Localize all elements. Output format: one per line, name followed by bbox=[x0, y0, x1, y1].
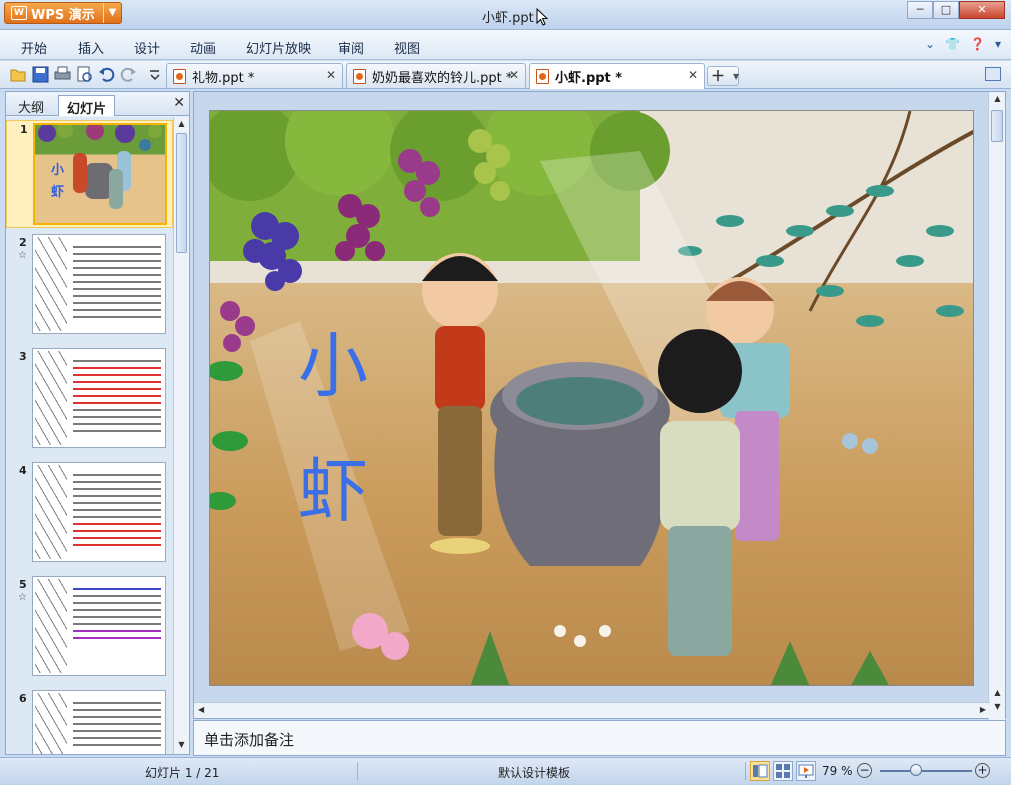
slide-thumbnail[interactable]: 5 ☆ bbox=[6, 576, 173, 686]
close-tab-icon[interactable]: ✕ bbox=[326, 68, 336, 82]
slide-horizontal-scrollbar[interactable]: ◀ ▶ bbox=[194, 702, 990, 718]
slide-number: 4 bbox=[19, 464, 27, 477]
slide-thumbnail[interactable]: 4 bbox=[6, 462, 173, 572]
zoom-level: 79 % bbox=[822, 764, 853, 778]
menu-start[interactable]: 开始 bbox=[21, 38, 47, 57]
menu-review[interactable]: 审阅 bbox=[338, 38, 364, 57]
menu-slideshow[interactable]: 幻灯片放映 bbox=[246, 38, 311, 57]
tab-outline[interactable]: 大纲 bbox=[10, 95, 52, 116]
wps-logo-icon: W bbox=[11, 6, 27, 20]
skin-shirt-icon[interactable]: 👕 bbox=[945, 37, 960, 51]
prev-slide-icon[interactable]: ▲ bbox=[992, 688, 1003, 700]
notes-pane[interactable]: 单击添加备注 bbox=[193, 720, 1006, 756]
zoom-out-button[interactable]: − bbox=[857, 763, 872, 778]
title-bar: W WPS 演示 ▼ 小虾.ppt ─ □ ✕ bbox=[0, 0, 1011, 30]
plus-icon: ＋ bbox=[711, 69, 725, 85]
slideshow-view-button[interactable] bbox=[796, 761, 816, 781]
ppt-file-icon bbox=[353, 68, 366, 84]
slide-thumbnail[interactable]: 6 bbox=[6, 690, 173, 754]
chevron-down-icon[interactable]: ▼ bbox=[103, 3, 121, 23]
chevron-down-icon[interactable]: ▾ bbox=[995, 37, 1001, 51]
slide-thumbnail[interactable]: 1 小 虾 bbox=[6, 120, 173, 228]
tab-slides[interactable]: 幻灯片 bbox=[58, 95, 116, 117]
doc-tab-grandma-bells[interactable]: 奶奶最喜欢的铃儿.ppt * ✕ bbox=[346, 63, 526, 88]
close-tab-icon[interactable]: ✕ bbox=[688, 68, 698, 82]
menu-insert[interactable]: 插入 bbox=[78, 38, 104, 57]
ribbon-menu-bar: 开始 插入 设计 动画 幻灯片放映 审阅 视图 ⌄ 👕 ❓ ▾ bbox=[0, 30, 1011, 60]
play-slideshow-icon bbox=[798, 764, 814, 778]
chevron-down-icon[interactable]: ▼ bbox=[733, 72, 739, 81]
window-layout-icon[interactable] bbox=[985, 67, 1001, 81]
slide-counter: 幻灯片 1 / 21 bbox=[145, 766, 220, 780]
slide-number: 6 bbox=[19, 692, 27, 705]
app-brand: WPS 演示 bbox=[31, 7, 95, 23]
quick-access-toolbar: 礼物.ppt * ✕ 奶奶最喜欢的铃儿.ppt * ✕ 小虾.ppt * ✕ ＋… bbox=[0, 61, 1011, 89]
slide-number: 1 bbox=[20, 123, 28, 136]
scroll-up-icon[interactable]: ▲ bbox=[992, 94, 1003, 106]
wps-app-menu-button[interactable]: W WPS 演示 ▼ bbox=[4, 2, 122, 24]
doc-tab-gift[interactable]: 礼物.ppt * ✕ bbox=[166, 63, 343, 88]
slide-sorter-view-button[interactable] bbox=[773, 761, 793, 781]
ppt-file-icon bbox=[536, 69, 549, 84]
window-title: 小虾.ppt bbox=[482, 11, 534, 26]
slide-title-char-2[interactable]: 虾 bbox=[298, 456, 368, 526]
scrollbar-thumb[interactable] bbox=[176, 133, 187, 253]
collapse-ribbon-icon[interactable]: ⌄ bbox=[925, 37, 935, 51]
print-preview-icon[interactable] bbox=[76, 66, 93, 83]
scroll-left-icon[interactable]: ◀ bbox=[198, 705, 204, 714]
status-bar: 幻灯片 1 / 21 默认设计模板 79 % − + bbox=[0, 757, 1011, 785]
slide-thumbnail[interactable]: 2 ☆ bbox=[6, 234, 173, 344]
open-folder-icon[interactable] bbox=[10, 66, 27, 83]
menu-animation[interactable]: 动画 bbox=[190, 38, 216, 57]
customize-toolbar-icon[interactable] bbox=[146, 66, 163, 83]
save-icon[interactable] bbox=[32, 66, 49, 83]
slide-number: 2 bbox=[19, 236, 27, 249]
menu-view[interactable]: 视图 bbox=[394, 38, 420, 57]
design-template-name: 默认设计模板 bbox=[498, 766, 571, 780]
animation-star-icon: ☆ bbox=[18, 592, 27, 603]
minimize-button[interactable]: ─ bbox=[907, 1, 933, 19]
ppt-file-icon bbox=[173, 68, 186, 84]
animation-star-icon: ☆ bbox=[18, 250, 27, 261]
doc-tab-label: 小虾.ppt * bbox=[555, 71, 623, 86]
redo-icon[interactable] bbox=[120, 66, 137, 83]
close-tab-icon[interactable]: ✕ bbox=[509, 68, 519, 82]
scrollbar-thumb[interactable] bbox=[991, 110, 1003, 142]
slide-thumbnail-list[interactable]: 1 小 虾 2 ☆ 3 4 5 ☆ 6 bbox=[6, 117, 173, 754]
help-icon[interactable]: ❓ bbox=[970, 37, 985, 51]
grid-view-icon bbox=[776, 764, 790, 778]
print-icon[interactable] bbox=[54, 66, 71, 83]
slide-thumbnail[interactable]: 3 bbox=[6, 348, 173, 458]
slide-canvas[interactable]: 小 虾 bbox=[209, 110, 974, 686]
zoom-slider-handle[interactable] bbox=[910, 764, 923, 776]
scroll-right-icon[interactable]: ▶ bbox=[980, 705, 986, 714]
notes-placeholder[interactable]: 单击添加备注 bbox=[204, 729, 294, 750]
mouse-cursor-icon bbox=[536, 8, 548, 26]
doc-tab-label: 奶奶最喜欢的铃儿.ppt * bbox=[372, 70, 513, 86]
next-slide-icon[interactable]: ▼ bbox=[992, 702, 1003, 714]
close-panel-button[interactable]: ✕ bbox=[173, 95, 185, 111]
normal-view-icon bbox=[753, 764, 768, 778]
slides-panel: 大纲 幻灯片 ✕ 1 小 虾 2 ☆ 3 4 5 ☆ 6 ▲ ▼ bbox=[5, 91, 190, 755]
slide-number: 3 bbox=[19, 350, 27, 363]
slide-vertical-scrollbar[interactable]: ▲ ▲ ▼ bbox=[988, 92, 1005, 720]
undo-icon[interactable] bbox=[98, 66, 115, 83]
zoom-slider[interactable] bbox=[880, 770, 972, 772]
maximize-button[interactable]: □ bbox=[933, 1, 959, 19]
doc-tab-label: 礼物.ppt * bbox=[192, 70, 255, 86]
close-window-button[interactable]: ✕ bbox=[959, 1, 1005, 19]
menu-design[interactable]: 设计 bbox=[134, 38, 160, 57]
slide-editor: 小 虾 ▲ ▲ ▼ ◀ ▶ bbox=[193, 91, 1006, 720]
doc-tab-shrimp[interactable]: 小虾.ppt * ✕ bbox=[529, 63, 705, 89]
zoom-in-button[interactable]: + bbox=[975, 763, 990, 778]
thumbnail-scrollbar[interactable]: ▲ ▼ bbox=[173, 117, 189, 754]
scroll-down-icon[interactable]: ▼ bbox=[176, 740, 187, 752]
normal-view-button[interactable] bbox=[750, 761, 770, 781]
new-tab-button[interactable]: ＋ ▼ bbox=[707, 66, 739, 86]
scroll-up-icon[interactable]: ▲ bbox=[176, 119, 187, 131]
slide-number: 5 bbox=[19, 578, 27, 591]
slide-title-char-1[interactable]: 小 bbox=[298, 331, 368, 401]
